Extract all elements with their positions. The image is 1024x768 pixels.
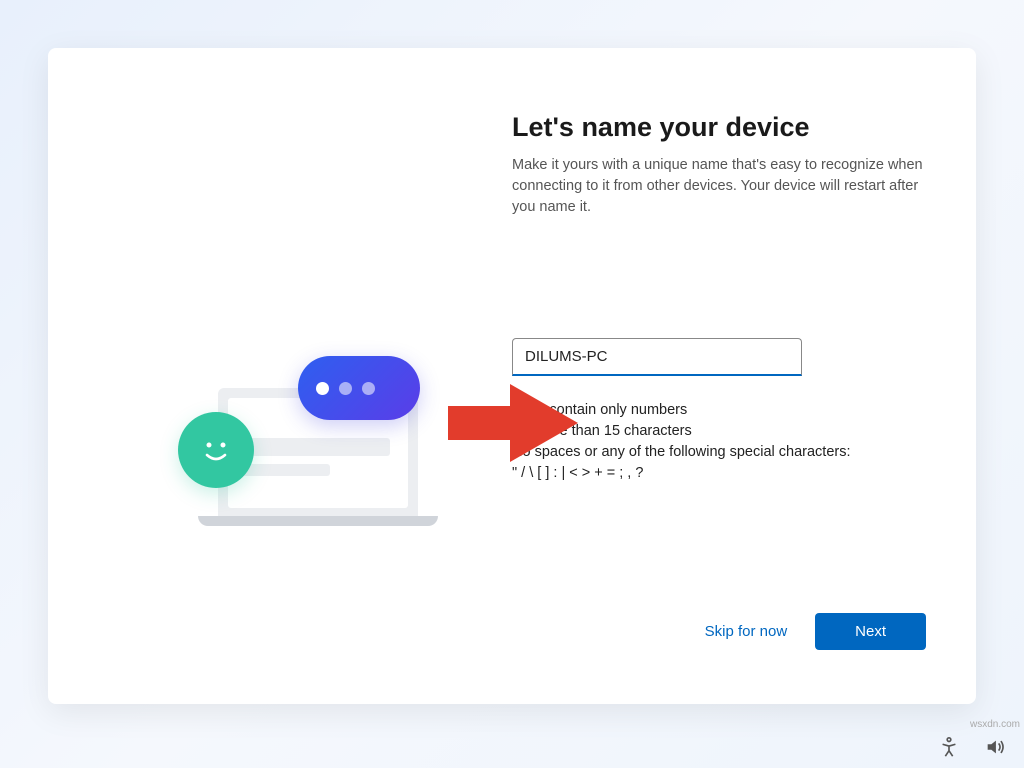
accessibility-icon[interactable]	[938, 736, 960, 758]
taskbar-icons	[938, 736, 1006, 758]
setup-panel: Let's name your device Make it yours wit…	[48, 48, 976, 704]
next-button[interactable]: Next	[815, 613, 926, 650]
rule-line: " / \ [ ] : | < > + = ; , ?	[512, 463, 926, 484]
footer-buttons: Skip for now Next	[512, 613, 926, 664]
arrow-annotation-icon	[448, 384, 578, 462]
page-title: Let's name your device	[512, 112, 926, 143]
volume-icon[interactable]	[984, 736, 1006, 758]
smiley-face-icon	[178, 412, 254, 488]
page-subtitle: Make it yours with a unique name that's …	[512, 155, 926, 218]
device-name-input[interactable]	[512, 338, 802, 376]
content-area: Let's name your device Make it yours wit…	[512, 48, 976, 704]
skip-button[interactable]: Skip for now	[705, 623, 788, 640]
watermark-text: wsxdn.com	[970, 719, 1020, 730]
illustration-area	[48, 48, 512, 704]
password-bubble-icon	[298, 356, 420, 420]
device-name-field-wrap	[512, 338, 926, 376]
device-illustration	[178, 338, 438, 538]
